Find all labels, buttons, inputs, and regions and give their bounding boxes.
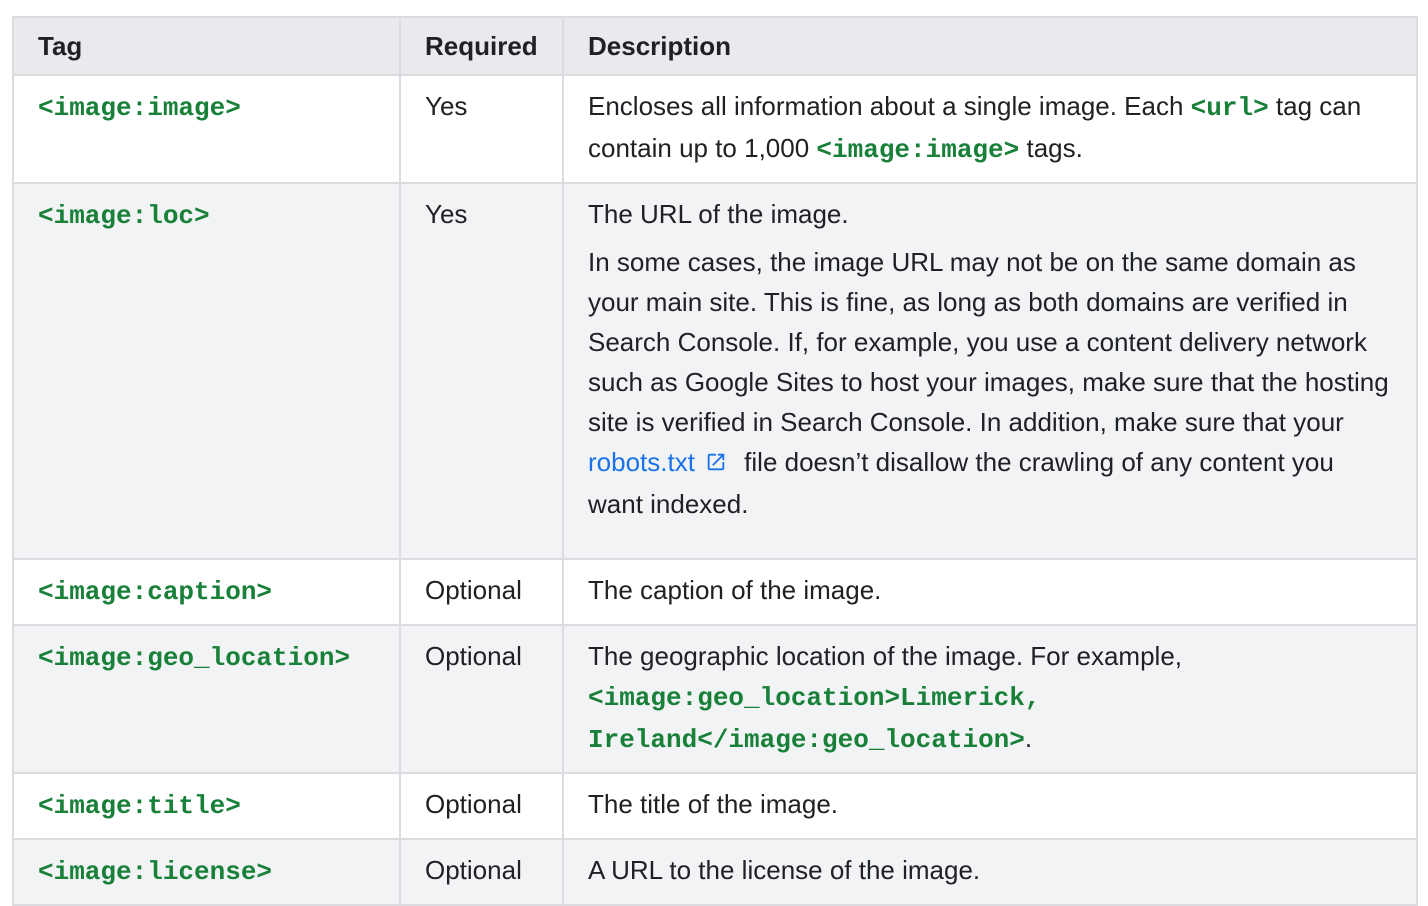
tag-cell: <image:license> [12, 838, 401, 906]
table-row: <image:loc> Yes The URL of the image. In… [12, 182, 1418, 560]
tag-name: <image:title> [38, 791, 241, 821]
required-cell: Yes [399, 182, 564, 560]
required-cell: Yes [399, 74, 564, 184]
tag-name: <image:image> [38, 93, 241, 123]
inline-code: <url> [1190, 93, 1269, 123]
external-link-icon [705, 444, 727, 484]
description-cell: The geographic location of the image. Fo… [562, 624, 1418, 774]
description-cell: The URL of the image. In some cases, the… [562, 182, 1418, 560]
tag-reference-table-container: Tag Required Description <image:image> Y… [12, 16, 1418, 906]
description-paragraph: In some cases, the image URL may not be … [588, 242, 1392, 524]
description-cell: A URL to the license of the image. [562, 838, 1418, 906]
table-row: <image:caption> Optional The caption of … [12, 558, 1418, 626]
tag-cell: <image:loc> [12, 182, 401, 560]
description-text: Encloses all information about a single … [588, 91, 1191, 121]
table-row: <image:geo_location> Optional The geogra… [12, 624, 1418, 774]
description-paragraph: The URL of the image. [588, 199, 849, 229]
description-text: . [1024, 723, 1033, 753]
description-cell: The title of the image. [562, 772, 1418, 840]
header-row: Tag Required Description [12, 16, 1418, 76]
description-cell: The caption of the image. [562, 558, 1418, 626]
tag-cell: <image:title> [12, 772, 401, 840]
table-row: <image:image> Yes Encloses all informati… [12, 74, 1418, 184]
header-description: Description [562, 16, 1418, 76]
tag-cell: <image:caption> [12, 558, 401, 626]
table-header: Tag Required Description [12, 16, 1418, 76]
description-text: tags. [1019, 133, 1083, 163]
robots-txt-link[interactable]: robots.txt [588, 447, 737, 477]
inline-code: <image:image> [816, 135, 1020, 165]
table-row: <image:title> Optional The title of the … [12, 772, 1418, 840]
inline-code: <image:geo_location>Limerick, Ireland</i… [588, 683, 1041, 755]
tag-name: <image:loc> [38, 201, 210, 231]
required-cell: Optional [399, 772, 564, 840]
description-text: The geographic location of the image. Fo… [588, 641, 1183, 671]
description-text: In some cases, the image URL may not be … [588, 247, 1389, 437]
table-body: <image:image> Yes Encloses all informati… [12, 74, 1418, 906]
tag-name: <image:license> [38, 857, 273, 887]
required-cell: Optional [399, 624, 564, 774]
tag-cell: <image:geo_location> [12, 624, 401, 774]
tag-name: <image:geo_location> [38, 643, 351, 673]
tag-name: <image:caption> [38, 577, 273, 607]
table-row: <image:license> Optional A URL to the li… [12, 838, 1418, 906]
tag-cell: <image:image> [12, 74, 401, 184]
header-tag: Tag [12, 16, 401, 76]
robots-txt-link-label: robots.txt [588, 447, 695, 477]
header-required: Required [399, 16, 564, 76]
required-cell: Optional [399, 838, 564, 906]
description-cell: Encloses all information about a single … [562, 74, 1418, 184]
required-cell: Optional [399, 558, 564, 626]
image-sitemap-tags-table: Tag Required Description <image:image> Y… [12, 16, 1418, 906]
